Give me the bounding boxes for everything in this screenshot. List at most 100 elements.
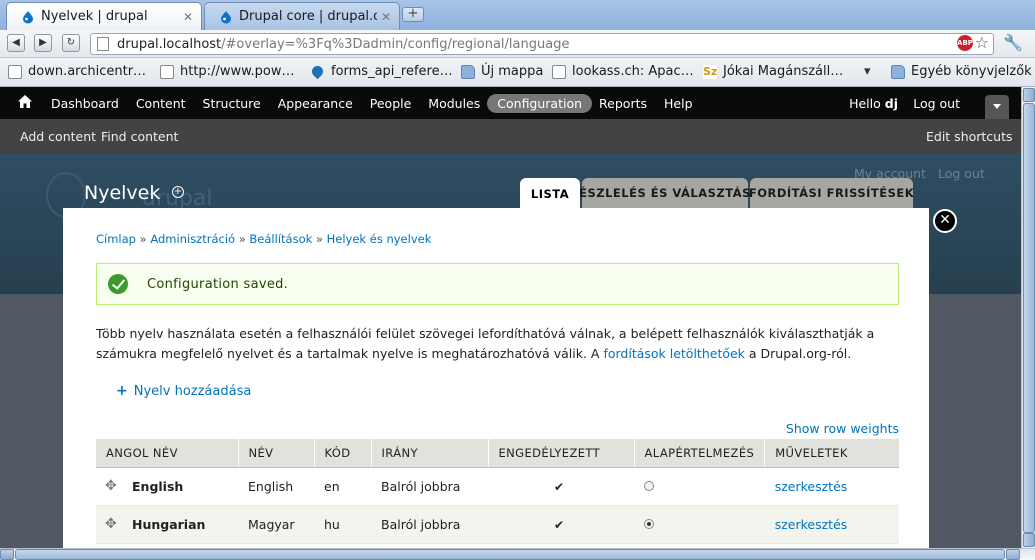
home-icon[interactable] bbox=[18, 95, 32, 108]
forward-button[interactable]: ▶ bbox=[34, 34, 52, 52]
language-native-name: English bbox=[238, 467, 314, 506]
col-direction: IRÁNY bbox=[370, 439, 488, 468]
menu-structure[interactable]: Structure bbox=[203, 96, 261, 111]
wrench-icon[interactable]: 🔧 bbox=[1003, 33, 1023, 52]
bookmark-item[interactable]: lookass.ch: Apac… bbox=[552, 64, 694, 79]
add-language-link[interactable]: + Nyelv hozzáadása bbox=[116, 383, 251, 399]
menu-configuration[interactable]: Configuration bbox=[487, 93, 593, 113]
overlay-close-button[interactable]: ✕ bbox=[933, 209, 957, 233]
vertical-scroll-thumb[interactable] bbox=[1023, 103, 1035, 533]
logout-link[interactable]: Log out bbox=[913, 96, 960, 111]
tab-close-icon[interactable]: ✕ bbox=[183, 10, 193, 24]
enabled-checkbox[interactable]: ✔ bbox=[554, 481, 564, 493]
breadcrumb-home[interactable]: Címlap bbox=[96, 232, 136, 246]
menu-content[interactable]: Content bbox=[136, 96, 186, 111]
tab-nyelvek[interactable]: Nyelvek | drupal ✕ bbox=[6, 2, 202, 30]
address-bar[interactable]: drupal.localhost/#overlay=%3Fq%3Dadmin/c… bbox=[90, 33, 994, 55]
menu-appearance[interactable]: Appearance bbox=[278, 96, 353, 111]
add-language-label: Nyelv hozzáadása bbox=[133, 383, 252, 399]
show-row-weights-link[interactable]: Show row weights bbox=[786, 421, 899, 436]
page-icon bbox=[8, 64, 22, 79]
folder-icon bbox=[891, 64, 905, 79]
default-radio[interactable] bbox=[644, 518, 654, 529]
page-icon bbox=[97, 37, 109, 51]
plus-icon: + bbox=[116, 383, 128, 399]
col-name: NÉV bbox=[237, 439, 314, 468]
back-button[interactable]: ◀ bbox=[7, 34, 25, 52]
status-message-text: Configuration saved. bbox=[147, 276, 289, 292]
drag-handle-icon[interactable] bbox=[105, 516, 118, 532]
site-logout-link[interactable]: Log out bbox=[938, 166, 985, 181]
other-bookmarks-folder[interactable]: Egyéb könyvjelzők bbox=[891, 64, 1032, 79]
scroll-left-arrow-icon[interactable] bbox=[0, 549, 14, 560]
bookmark-item[interactable]: forms_api_refere… bbox=[309, 63, 453, 80]
shortcut-add-content[interactable]: Add content bbox=[20, 129, 96, 144]
browser-toolbar: ◀ ▶ ↻ drupal.localhost/#overlay=%3Fq%3Da… bbox=[0, 30, 1035, 58]
status-message: Configuration saved. bbox=[96, 263, 899, 305]
admin-toolbar: Dashboard Content Structure Appearance P… bbox=[0, 87, 1021, 119]
bookmark-item[interactable]: Sz Jókai Magánszáll… bbox=[703, 64, 843, 79]
horizontal-scrollbar[interactable] bbox=[0, 548, 1035, 560]
scroll-down-arrow-icon[interactable] bbox=[1023, 533, 1035, 547]
col-operations: MŰVELETEK bbox=[764, 439, 899, 468]
page-icon bbox=[552, 64, 566, 79]
tab-lista[interactable]: LISTA bbox=[520, 178, 580, 209]
add-shortcut-icon[interactable]: + bbox=[172, 186, 184, 198]
bookmark-star-icon[interactable]: ☆ bbox=[975, 33, 989, 52]
table-row: Hungarian Magyar hu Balról jobbra ✔ szer… bbox=[96, 505, 899, 544]
folder-icon bbox=[461, 64, 475, 79]
shortcut-find-content[interactable]: Find content bbox=[101, 129, 178, 144]
tab-forditasi-frissitesek[interactable]: FORDÍTÁSI FRISSÍTÉSEK bbox=[749, 178, 914, 208]
language-english-name: English bbox=[132, 478, 184, 494]
menu-modules[interactable]: Modules bbox=[428, 96, 480, 111]
bookmark-item[interactable]: down.archicentr… bbox=[8, 64, 146, 79]
scroll-right-arrow-icon[interactable] bbox=[1006, 549, 1020, 560]
translations-link[interactable]: fordítások letölthetőek bbox=[603, 346, 745, 361]
vertical-scrollbar[interactable] bbox=[1021, 87, 1035, 548]
edit-language-link[interactable]: szerkesztés bbox=[775, 517, 848, 532]
username[interactable]: dj bbox=[885, 96, 898, 111]
reload-button[interactable]: ↻ bbox=[62, 34, 80, 52]
sz-icon: Sz bbox=[703, 64, 718, 79]
language-code: en bbox=[314, 467, 371, 506]
drupal-favicon-icon bbox=[23, 10, 33, 23]
address-path: /#overlay=%3Fq%3Dadmin/config/regional/l… bbox=[221, 36, 570, 52]
adblock-icon[interactable]: ABP bbox=[957, 35, 973, 51]
breadcrumb-config[interactable]: Beállítások bbox=[249, 232, 312, 246]
scroll-up-arrow-icon[interactable] bbox=[1023, 88, 1035, 102]
bookmark-item[interactable]: http://www.pow… bbox=[160, 64, 295, 79]
col-enabled: ENGEDÉLYEZETT bbox=[487, 439, 634, 468]
language-code: hu bbox=[314, 505, 371, 544]
language-direction: Balról jobbra bbox=[371, 467, 488, 506]
languages-table: ANGOL NÉV NÉV KÓD IRÁNY ENGEDÉLYEZETT AL… bbox=[96, 439, 899, 544]
horizontal-scroll-thumb[interactable] bbox=[15, 549, 1005, 560]
tab-eszleles[interactable]: ÉSZLELÉS ÉS VÁLASZTÁS bbox=[579, 178, 750, 208]
tab-drupal-core[interactable]: Drupal core | drupal.org ✕ bbox=[204, 2, 400, 30]
edit-language-link[interactable]: szerkesztés bbox=[775, 479, 848, 494]
menu-reports[interactable]: Reports bbox=[599, 96, 647, 111]
drupal-icon bbox=[309, 63, 326, 80]
drupal-favicon-icon bbox=[221, 10, 231, 23]
new-tab-button[interactable]: + bbox=[402, 7, 424, 22]
breadcrumb-admin[interactable]: Adminisztráció bbox=[150, 232, 235, 246]
bookmark-folder[interactable]: Új mappa bbox=[461, 64, 543, 79]
col-default: ALAPÉRTELMEZÉS bbox=[633, 439, 765, 468]
drag-handle-icon[interactable] bbox=[105, 478, 118, 494]
tab-close-icon[interactable]: ✕ bbox=[381, 10, 391, 24]
menu-help[interactable]: Help bbox=[664, 96, 693, 111]
tab-title: Nyelvek | drupal bbox=[41, 9, 148, 24]
col-code: KÓD bbox=[313, 439, 371, 468]
menu-people[interactable]: People bbox=[370, 96, 412, 111]
enabled-checkbox[interactable]: ✔ bbox=[554, 519, 564, 531]
bookmarks-bar: down.archicentr… http://www.pow… forms_a… bbox=[0, 58, 1035, 87]
default-radio[interactable] bbox=[644, 480, 654, 491]
user-greeting: Hello dj bbox=[849, 96, 898, 111]
overlay-panel: Címlap » Adminisztráció » Beállítások » … bbox=[63, 208, 929, 548]
bookmarks-overflow-icon[interactable]: ▾ bbox=[864, 64, 871, 79]
edit-shortcuts-link[interactable]: Edit shortcuts bbox=[926, 129, 1013, 144]
shortcuts-toggle-button[interactable] bbox=[985, 95, 1009, 119]
help-text: Több nyelv használata esetén a felhaszná… bbox=[96, 326, 875, 361]
menu-dashboard[interactable]: Dashboard bbox=[51, 96, 119, 111]
breadcrumb-regional[interactable]: Helyek és nyelvek bbox=[327, 232, 432, 246]
col-english-name: ANGOL NÉV bbox=[96, 439, 238, 468]
